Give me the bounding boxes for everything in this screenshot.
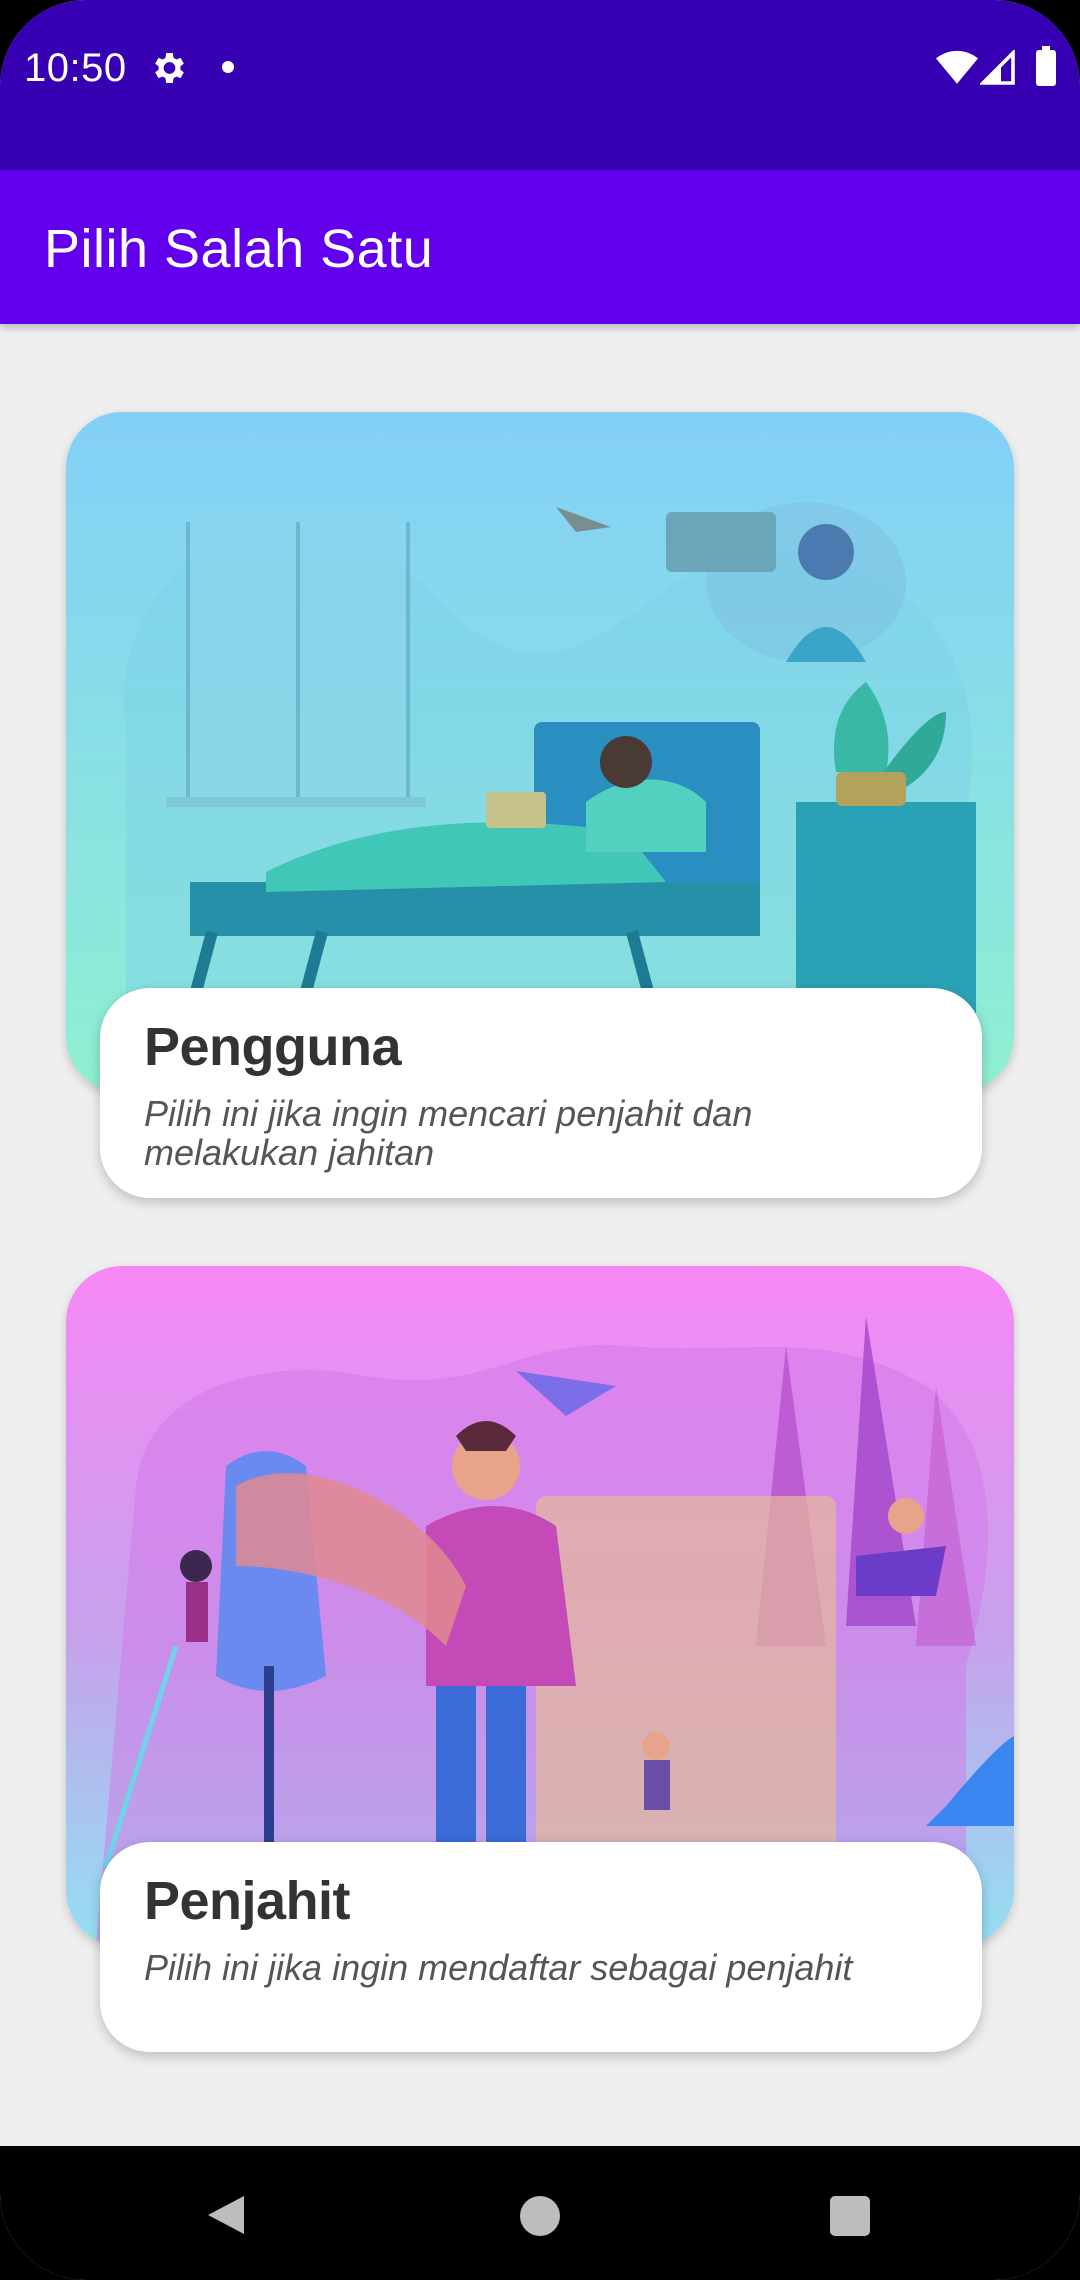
wifi-icon [936,50,978,84]
signal-icon [980,50,1015,85]
app-toolbar: Pilih Salah Satu [0,170,1080,324]
status-bar: 10:50 [0,0,1080,170]
card-title: Penjahit [144,1871,351,1931]
card-title: Pengguna [144,1017,402,1077]
card-pengguna-label: Pengguna Pilih ini jika ingin mencari pe… [100,988,982,1198]
dot-icon [222,61,234,73]
toolbar-title: Pilih Salah Satu [44,219,434,279]
battery-icon [1036,46,1056,86]
card-description: Pilih ini jika ingin mendaftar sebagai p… [144,1947,853,1988]
status-time: 10:50 [24,46,127,90]
recents-icon[interactable] [830,2196,870,2236]
card-penjahit-label: Penjahit Pilih ini jika ingin mendaftar … [100,1842,982,2052]
back-icon[interactable] [206,2194,246,2236]
card-description: Pilih ini jika ingin mencari penjahit da… [144,1093,753,1173]
gear-icon [155,53,184,83]
navigation-bar [0,2146,1080,2280]
home-icon[interactable] [520,2196,560,2236]
app-screen: 10:50 Pilih Salah Satu Pengguna Pilih in… [0,0,1080,2280]
